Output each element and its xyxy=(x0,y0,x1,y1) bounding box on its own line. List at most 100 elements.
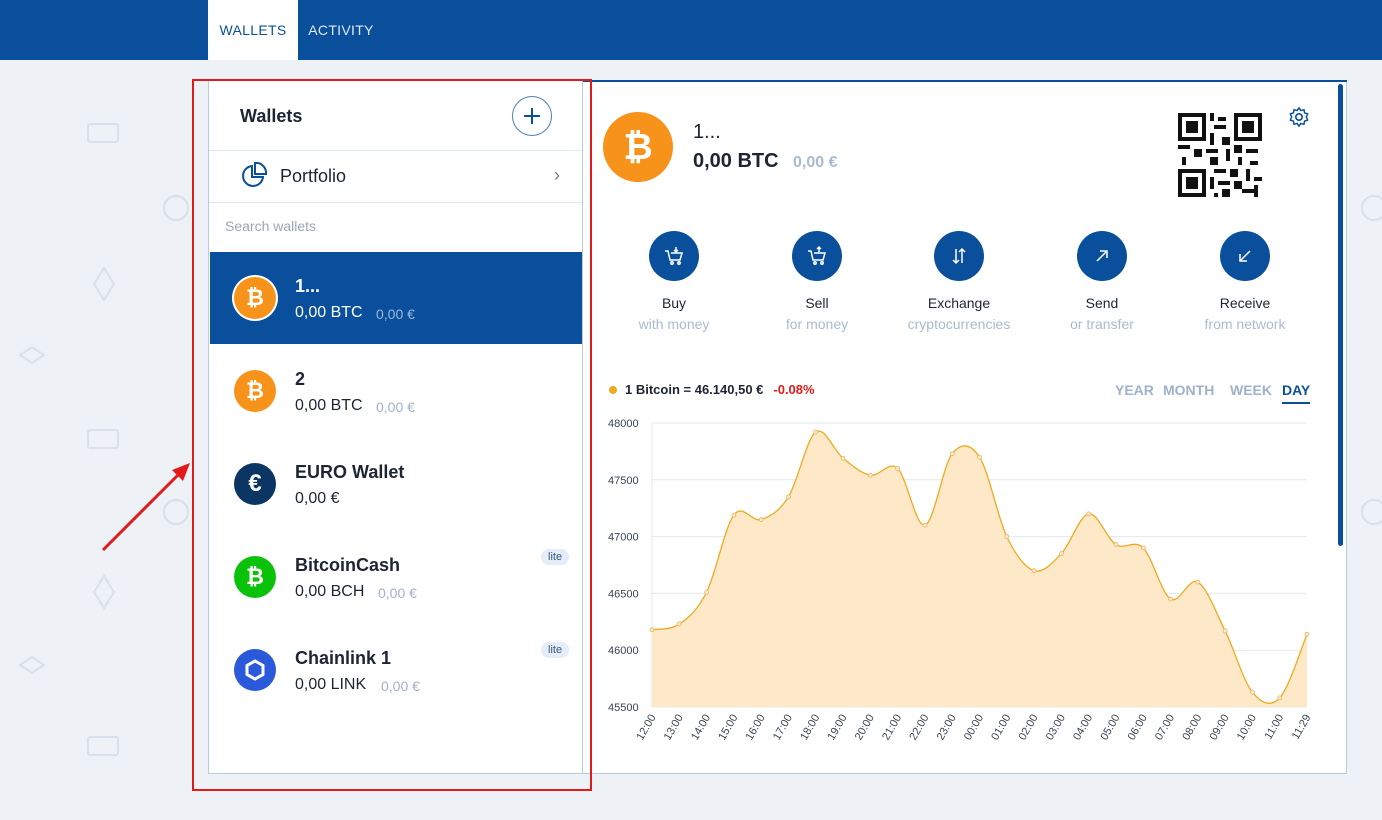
x-tick-label: 21:00 xyxy=(880,713,904,743)
period-tab-week[interactable]: WEEK xyxy=(1230,382,1272,398)
wallets-title: Wallets xyxy=(240,106,303,126)
data-point xyxy=(1058,551,1064,557)
x-tick-label: 15:00 xyxy=(716,713,740,743)
x-tick-label: 02:00 xyxy=(1017,713,1041,743)
chevron-right-icon: › xyxy=(554,165,560,185)
legend-dot xyxy=(609,385,617,394)
send-button[interactable]: Send or transfer xyxy=(1032,231,1172,332)
scrollbar[interactable] xyxy=(1338,84,1343,546)
x-tick-label: 22:00 xyxy=(907,713,931,743)
x-tick-label: 03:00 xyxy=(1044,713,1068,743)
data-point xyxy=(731,512,737,518)
wallet-fiat-value: 0,00 € xyxy=(378,585,417,601)
data-point xyxy=(813,429,819,435)
cart-in-icon xyxy=(649,231,699,281)
data-point xyxy=(1222,628,1228,634)
action-label: Buy xyxy=(661,295,687,311)
data-point xyxy=(1304,631,1310,637)
period-tab-day[interactable]: DAY xyxy=(1282,382,1311,404)
wallet-name: BitcoinCash xyxy=(295,555,401,575)
wallet-item-chainlink[interactable]: Chainlink 1 0,00 LINK 0,00 € lite xyxy=(210,624,582,716)
data-point xyxy=(704,589,709,595)
x-tick-label: 01:00 xyxy=(989,713,1013,743)
arrow-down-left-icon xyxy=(1220,231,1270,281)
data-point xyxy=(1113,542,1119,547)
receive-button[interactable]: Receive from network xyxy=(1175,231,1315,332)
data-point xyxy=(867,472,873,478)
bitcoin-cash-icon: ₿ xyxy=(234,556,276,598)
data-point xyxy=(949,451,955,457)
wallet-balance: 0,00 LINK xyxy=(295,676,367,693)
period-tab-month[interactable]: MONTH xyxy=(1163,382,1214,398)
x-tick-label: 19:00 xyxy=(825,713,849,743)
wallet-name: EURO Wallet xyxy=(295,462,405,482)
wallet-balance: 0,00 € xyxy=(295,490,340,507)
x-tick-label: 11:29 xyxy=(1290,713,1314,742)
bitcoin-icon: ₿ xyxy=(234,370,276,412)
x-tick-label: 07:00 xyxy=(1153,713,1177,743)
price-info: 1 Bitcoin = 46.140,50 € -0.08% xyxy=(609,382,815,397)
lite-badge: lite xyxy=(541,642,570,658)
action-sublabel: cryptocurrencies xyxy=(907,316,1011,332)
x-tick-label: 20:00 xyxy=(853,713,877,743)
portfolio-link[interactable]: Portfolio › xyxy=(209,151,582,203)
data-point xyxy=(1195,579,1201,585)
action-label: Exchange xyxy=(927,295,991,311)
wallet-fiat-value: 0,00 € xyxy=(376,306,415,322)
price-chart: 48000 47500 47000 46500 46000 4550012:00 13:00… xyxy=(608,418,1314,743)
wallet-item-bitcoincash[interactable]: ₿ BitcoinCash 0,00 BCH 0,00 € lite xyxy=(210,531,582,623)
action-sublabel: from network xyxy=(1204,316,1286,332)
data-point xyxy=(1168,596,1173,602)
wallet-item-2[interactable]: ₿ 2 0,00 BTC 0,00 € xyxy=(210,345,582,437)
price-area xyxy=(652,431,1307,707)
search-wallets-input[interactable] xyxy=(225,214,565,238)
qr-code-icon[interactable] xyxy=(1178,113,1262,197)
buy-button[interactable]: Buy with money xyxy=(604,231,744,332)
wallet-fiat-value: 0,00 € xyxy=(793,154,838,171)
gear-icon[interactable] xyxy=(1288,106,1310,128)
annotation-arrow xyxy=(101,463,190,552)
wallet-balance: 0,00 BTC xyxy=(295,304,363,321)
data-point xyxy=(676,621,682,627)
data-point xyxy=(922,522,928,528)
tab-wallets[interactable]: WALLETS xyxy=(208,0,298,60)
add-wallet-button[interactable] xyxy=(512,96,552,136)
tab-activity[interactable]: ACTIVITY xyxy=(298,0,384,60)
arrow-up-right-icon xyxy=(1077,231,1127,281)
wallet-item-1[interactable]: ₿ 1... 0,00 BTC 0,00 € xyxy=(210,252,582,344)
portfolio-label: Portfolio xyxy=(280,166,347,186)
y-tick-label: 47000 xyxy=(608,532,639,544)
data-point xyxy=(1031,568,1037,574)
action-label: Sell xyxy=(805,295,829,311)
data-point xyxy=(649,627,655,633)
data-point xyxy=(786,494,791,500)
euro-icon: € xyxy=(234,463,276,505)
period-tab-year[interactable]: YEAR xyxy=(1115,382,1154,398)
wallets-panel: Wallets Portfolio › ₿ 1... 0,00 BTC 0,00… xyxy=(209,81,583,773)
bitcoin-icon: ₿ xyxy=(603,112,673,182)
action-label: Receive xyxy=(1219,295,1271,311)
wallet-balance: 0,00 BCH xyxy=(295,583,365,600)
exchange-arrows-icon xyxy=(934,231,984,281)
y-tick-label: 45500 xyxy=(608,702,639,714)
price-label: 1 Bitcoin = 46.140,50 € xyxy=(625,382,764,397)
wallet-name: Chainlink 1 xyxy=(295,648,392,668)
y-tick-label: 46000 xyxy=(608,645,639,657)
x-tick-label: 18:00 xyxy=(798,713,822,743)
x-tick-label: 11:00 xyxy=(1263,713,1287,742)
data-point xyxy=(1140,545,1146,551)
wallet-name: 1... xyxy=(295,276,321,296)
cart-out-icon xyxy=(792,231,842,281)
data-point xyxy=(758,517,764,522)
x-tick-label: 12:00 xyxy=(634,713,658,743)
chainlink-icon xyxy=(234,649,276,691)
plus-icon xyxy=(524,108,540,124)
x-tick-label: 16:00 xyxy=(744,713,768,743)
lite-badge: lite xyxy=(541,549,570,565)
divider xyxy=(209,202,582,203)
wallet-item-euro[interactable]: € EURO Wallet 0,00 € xyxy=(210,438,582,530)
exchange-button[interactable]: Exchange cryptocurrencies xyxy=(889,231,1029,332)
wallet-fiat-value: 0,00 € xyxy=(376,399,415,415)
wallet-title: 1... xyxy=(693,121,721,143)
sell-button[interactable]: Sell for money xyxy=(747,231,887,332)
